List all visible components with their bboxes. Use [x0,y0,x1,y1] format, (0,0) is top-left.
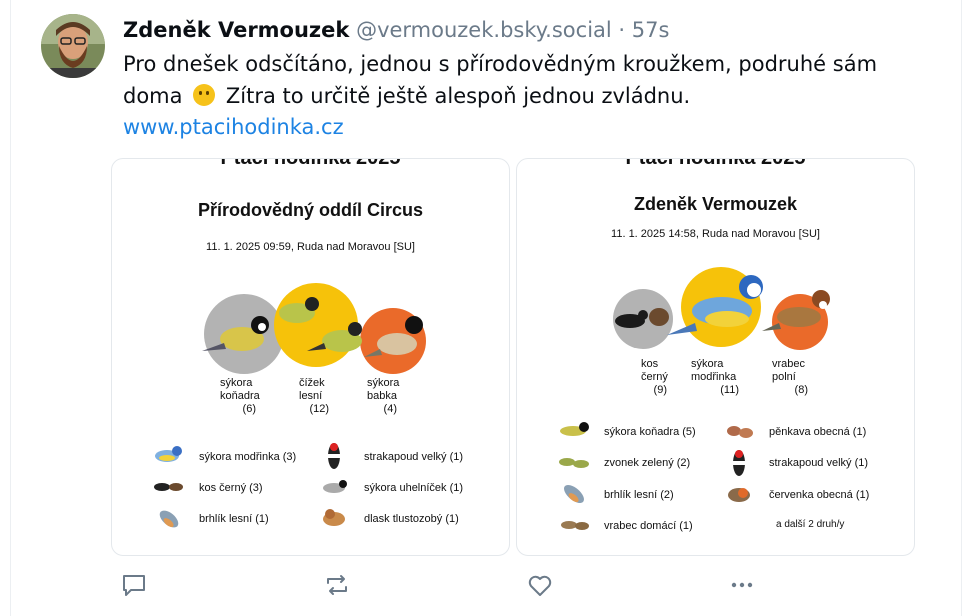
avatar[interactable] [41,14,105,78]
species-row: červenka obecná (1) [769,489,870,501]
robin-icon [728,488,750,502]
post-text: Pro dnešek odsčítáno, jednou s přírodově… [123,48,943,112]
species-row: sýkora uhelníček (1) [364,482,464,494]
top-bird-label-3: sýkora babka (4) [367,377,400,415]
species-row: pěnkava obecná (1) [769,426,867,438]
post-actions [0,570,972,604]
like-icon [528,575,552,596]
top-bird-label-2: čížek lesní (12) [299,377,329,415]
species-row: brhlík lesní (1) [199,513,269,525]
author-handle[interactable]: @vermouzek.bsky.social [356,18,612,42]
post-time[interactable]: 57s [632,18,670,42]
post-text-part2: Zítra to určitě ještě alespoň jednou zvl… [225,84,691,108]
house-sparrow-icon [561,521,589,530]
avatar-image [41,14,105,78]
top-bird-label-1: sýkora koňadra (6) [220,377,260,415]
more-icon [731,582,753,588]
coal-tit-icon [323,480,347,493]
post-header: Zdeněk Vermouzek @vermouzek.bsky.social … [123,16,669,44]
blue-tit-icon [155,446,182,462]
reply-icon [123,575,145,596]
smiling-face-icon [193,84,216,106]
greenfinch-icon [559,458,589,468]
like-button[interactable] [525,570,555,600]
species-row: sýkora modřinka (3) [199,451,297,463]
species-row: strakapoud velký (1) [364,451,464,463]
species-row: dlask tlustozobý (1) [364,513,459,525]
nuthatch-icon [159,510,179,528]
more-species-note: a další 2 druh/y [776,519,845,530]
woodpecker-icon [328,443,340,469]
list-icons [559,422,753,530]
image-card-2[interactable]: Ptačí hodinka 2025 Zdeněk Vermouzek 11. … [516,158,915,556]
species-row: zvonek zelený (2) [604,457,691,469]
top-bird-label-2: sýkora modřinka (11) [691,358,739,396]
species-row: brhlík lesní (2) [604,489,674,501]
species-row: sýkora koňadra (5) [604,426,696,438]
reply-button[interactable] [119,570,149,600]
blackbird-icon [154,483,183,491]
top-bird-label-1: kos černý (9) [641,358,668,396]
image-card-1[interactable]: Ptačí hodinka 2025 Přírodovědný oddíl Ci… [111,158,510,556]
repost-icon [327,575,347,595]
more-options-button[interactable] [727,570,757,600]
great-tit-icon [560,422,589,436]
post-link[interactable]: www.ptacihodinka.cz [123,113,344,141]
species-row: strakapoud velký (1) [769,457,869,469]
hawfinch-icon [323,509,345,526]
nuthatch-icon [564,485,584,503]
woodpecker-icon [733,450,745,476]
species-row: kos černý (3) [199,482,263,494]
author-name[interactable]: Zdeněk Vermouzek [123,18,349,42]
separator: · [618,18,626,42]
chaffinch-icon [727,426,753,438]
repost-button[interactable] [322,570,352,600]
bubble-siskin [274,283,358,367]
bird-illustration [154,283,426,528]
top-bird-label-3: vrabec polní (8) [772,358,808,396]
species-row: vrabec domácí (1) [604,520,693,532]
